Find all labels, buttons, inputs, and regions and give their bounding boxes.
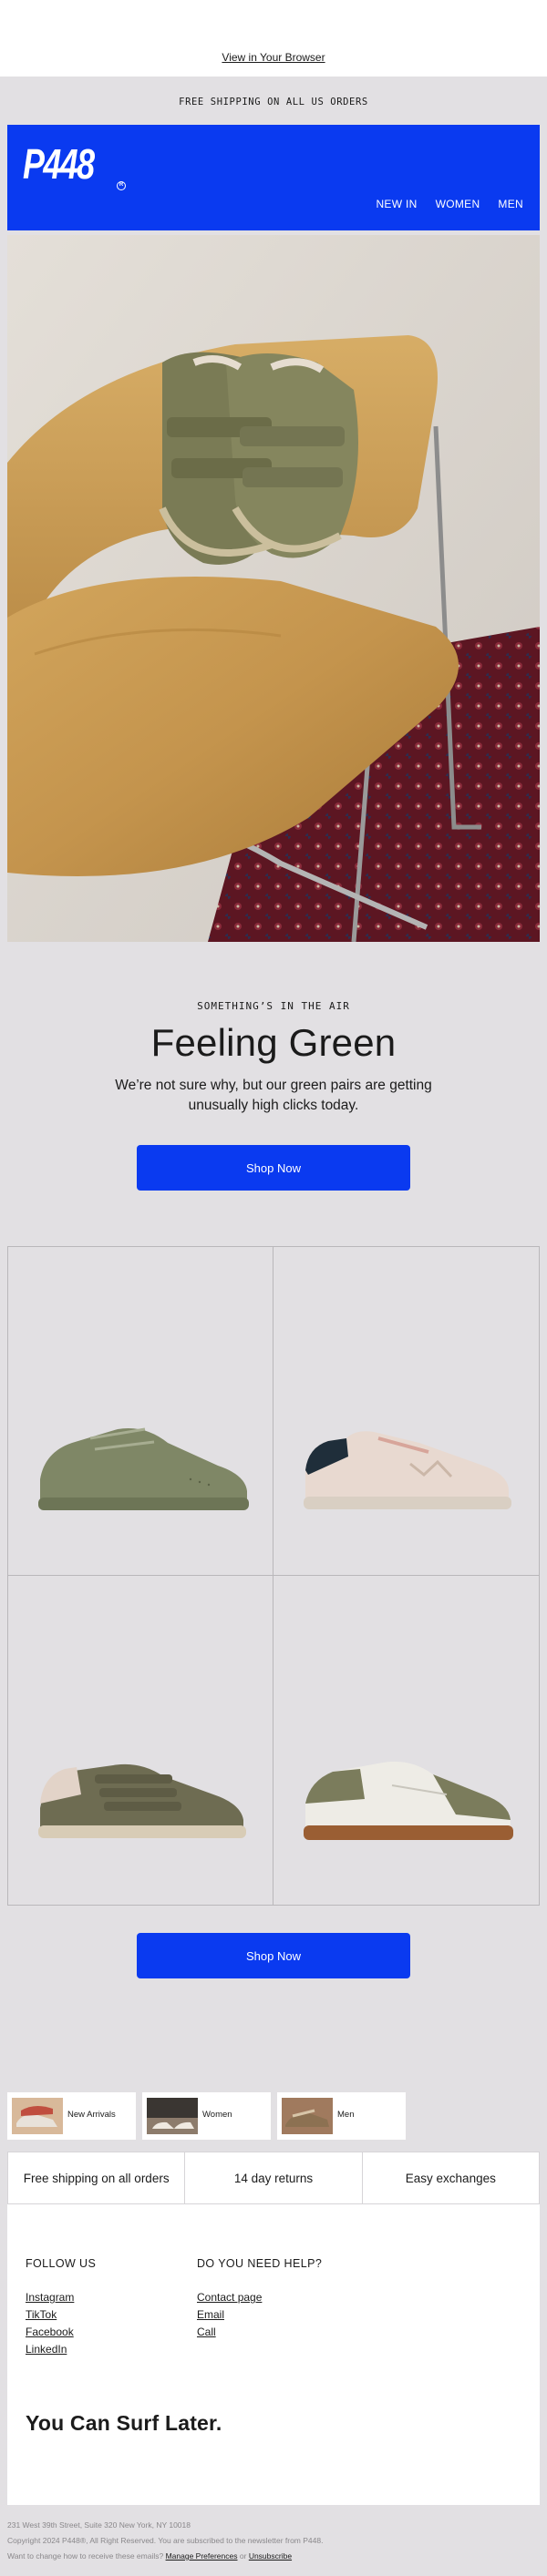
follow-us-title: FOLLOW US <box>26 2257 97 2270</box>
product-card[interactable] <box>274 1247 539 1576</box>
facebook-link[interactable]: Facebook <box>26 2326 74 2338</box>
brand-header: P448 R NEW IN WOMEN MEN <box>7 125 540 230</box>
footer-tagline: You Can Surf Later. <box>26 2411 222 2435</box>
or-text: or <box>239 2551 247 2561</box>
view-in-browser-link[interactable]: View in Your Browser <box>0 51 547 64</box>
green-sneaker-image <box>38 1427 249 1510</box>
category-label: New Arrivals <box>67 2110 116 2120</box>
category-card-new-arrivals[interactable]: New Arrivals <box>7 2092 136 2140</box>
preheader-bar <box>0 0 547 77</box>
brand-logo[interactable]: P448 <box>23 143 95 185</box>
email-preferences-line: Want to change how to receive these emai… <box>7 2551 292 2561</box>
preferences-prefix: Want to change how to receive these emai… <box>7 2551 164 2561</box>
category-label: Men <box>337 2110 355 2120</box>
email-link[interactable]: Email <box>197 2308 224 2321</box>
footer: FOLLOW US Instagram TikTok Facebook Link… <box>7 2204 540 2505</box>
category-card-women[interactable]: Women <box>142 2092 271 2140</box>
main-nav: NEW IN WOMEN MEN <box>376 198 523 210</box>
nav-item-men[interactable]: MEN <box>498 198 523 210</box>
shop-now-button[interactable]: Shop Now <box>137 1145 410 1191</box>
nav-item-women[interactable]: WOMEN <box>436 198 480 210</box>
nav-item-new-in[interactable]: NEW IN <box>376 198 417 210</box>
category-label: Women <box>202 2110 232 2120</box>
benefit-free-shipping: Free shipping on all orders <box>8 2152 186 2203</box>
registered-mark-icon: R <box>117 181 126 190</box>
unsubscribe-link[interactable]: Unsubscribe <box>249 2551 292 2561</box>
benefit-returns: 14 day returns <box>185 2152 363 2203</box>
category-thumbnail <box>147 2098 198 2134</box>
call-link[interactable]: Call <box>197 2326 216 2338</box>
benefit-exchanges: Easy exchanges <box>405 2171 496 2185</box>
product-card[interactable] <box>274 1576 539 1905</box>
cream-sneaker-image <box>304 1431 511 1509</box>
copyright-text: Copyright 2024 P448®, All Right Reserved… <box>7 2536 324 2545</box>
product-grid <box>7 1246 540 1906</box>
category-card-men[interactable]: Men <box>277 2092 406 2140</box>
hero-image[interactable] <box>7 235 540 942</box>
instagram-link[interactable]: Instagram <box>26 2291 74 2304</box>
help-title: DO YOU NEED HELP? <box>197 2257 323 2270</box>
category-thumbnail <box>282 2098 333 2134</box>
tiktok-link[interactable]: TikTok <box>26 2308 57 2321</box>
white-olive-sneaker-image <box>304 1761 513 1840</box>
linkedin-link[interactable]: LinkedIn <box>26 2343 67 2356</box>
shipping-banner: FREE SHIPPING ON ALL US ORDERS <box>179 97 368 107</box>
manage-preferences-link[interactable]: Manage Preferences <box>166 2551 238 2561</box>
product-card[interactable] <box>8 1576 274 1905</box>
contact-page-link[interactable]: Contact page <box>197 2291 262 2304</box>
category-thumbnail <box>12 2098 63 2134</box>
section-headline: Feeling Green <box>150 1021 397 1064</box>
company-address: 231 West 39th Street, Suite 320 New York… <box>7 2520 191 2530</box>
section-eyebrow: SOMETHING’S IN THE AIR <box>197 1000 350 1012</box>
benefits-bar: Free shipping on all orders 14 day retur… <box>7 2152 540 2204</box>
velcro-sneaker-image <box>38 1763 246 1838</box>
product-card[interactable] <box>8 1247 274 1576</box>
hero-photo-illustration <box>7 235 540 942</box>
shop-now-button[interactable]: Shop Now <box>137 1933 410 1978</box>
section-subcopy: We’re not sure why, but our green pairs … <box>115 1078 432 1113</box>
